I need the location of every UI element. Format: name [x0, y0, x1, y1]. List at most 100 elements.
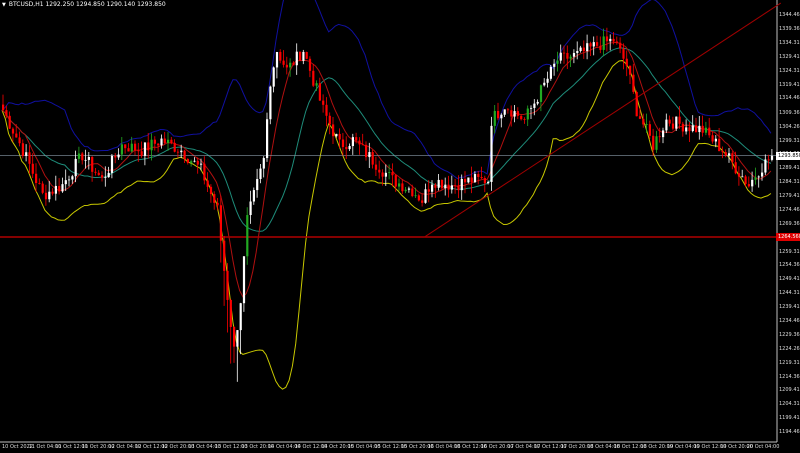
candle-body [516, 111, 519, 116]
candle-body [266, 119, 269, 159]
time-tick-label: 20 Oct 04:00 [746, 444, 780, 450]
candle-body [569, 56, 572, 59]
candle-body [335, 133, 338, 137]
candle-body [279, 51, 282, 61]
candle-body [31, 163, 34, 174]
candle-body [625, 58, 628, 66]
candle-body [675, 116, 678, 129]
candle-body [2, 104, 5, 111]
candle-body [701, 125, 704, 133]
candle-body [615, 41, 618, 43]
price-tick-label: 1274.460 [779, 206, 800, 213]
candle-body [176, 151, 180, 153]
candle-body [559, 52, 562, 61]
candle-body [299, 51, 302, 61]
candle-body [318, 83, 321, 101]
price-tick-label: 1229.360 [779, 331, 800, 338]
price-tick-label: 1224.260 [779, 346, 800, 352]
candle-body [635, 91, 638, 117]
collapse-triangle-icon[interactable]: ▼ [2, 2, 6, 8]
candle-body [18, 137, 21, 144]
candle-body [262, 158, 265, 169]
candle-body [186, 159, 189, 163]
price-tick-label: 1239.410 [779, 303, 800, 310]
candle-body [378, 169, 381, 173]
price-tick-label: 1314.460 [779, 95, 800, 102]
candle-body [345, 147, 348, 150]
candle-body [434, 184, 437, 188]
candle-body [414, 195, 417, 197]
candle-body [61, 184, 64, 192]
candle-body [157, 143, 160, 146]
candle-body [64, 180, 67, 185]
candle-body [97, 172, 100, 176]
candle-body [58, 185, 61, 192]
candle-body [599, 45, 602, 50]
price-tick-label: 1304.260 [779, 123, 800, 130]
candle-body [242, 256, 246, 304]
candle-body [170, 139, 173, 143]
candle-body [361, 144, 364, 146]
candle-body [35, 173, 38, 183]
price-tick-label: 1329.410 [779, 53, 800, 60]
candle-body [500, 114, 503, 119]
price-tick-label: 1219.310 [779, 359, 800, 366]
candle-body [602, 36, 605, 50]
candle-body [691, 125, 694, 132]
candle-body [259, 168, 262, 179]
candle-body [322, 100, 325, 105]
candle-body [695, 125, 698, 133]
candle-body [493, 110, 496, 126]
chart-title: ▼ BTCUSD,H1 1292.250 1294.850 1290.140 12… [2, 1, 166, 8]
candle-body [308, 58, 312, 71]
candle-body [272, 67, 275, 87]
candle-body [233, 326, 236, 347]
candle-body [28, 152, 31, 164]
candle-body [536, 101, 539, 104]
candle-body [391, 172, 394, 176]
candle-body [427, 189, 430, 192]
price-chart[interactable] [0, 0, 800, 453]
candle-body [394, 175, 397, 187]
candle-body [328, 115, 331, 125]
candle-body [401, 183, 404, 192]
price-tick-label: 1259.310 [779, 248, 800, 255]
candle-body [688, 127, 691, 132]
candle-body [543, 82, 546, 86]
candle-body [751, 179, 754, 187]
candle-body [137, 150, 140, 152]
candle-body [417, 195, 420, 201]
candle-body [490, 125, 493, 182]
candle-body [38, 182, 41, 184]
candle-body [209, 186, 213, 195]
candle-body [25, 152, 28, 156]
candle-body [566, 52, 569, 59]
candle-body [365, 144, 368, 158]
candle-body [520, 115, 523, 120]
candle-body [457, 185, 460, 191]
candle-body [464, 178, 467, 183]
candle-body [246, 215, 249, 257]
candle-body [5, 110, 8, 116]
candle-body [341, 139, 345, 148]
candle-body [708, 127, 711, 136]
candle-body [68, 179, 71, 181]
price-tick-label: 1204.310 [779, 401, 800, 408]
candle-body [711, 135, 714, 142]
candle-body [450, 185, 453, 190]
candle-body [153, 139, 156, 144]
price-tick-label: 1254.360 [779, 262, 800, 269]
candle-body [160, 138, 163, 146]
candle-body [77, 153, 81, 159]
candle-body [302, 51, 305, 61]
candle-body [437, 179, 440, 188]
candle-body [662, 130, 665, 138]
candle-body [104, 177, 107, 179]
candle-body [381, 172, 384, 177]
candle-body [332, 124, 335, 137]
candle-body [315, 83, 318, 86]
candle-body [147, 142, 150, 151]
candle-body [652, 135, 655, 150]
price-tick-label: 1209.410 [779, 387, 800, 394]
price-tick-label: 1214.360 [779, 373, 800, 380]
